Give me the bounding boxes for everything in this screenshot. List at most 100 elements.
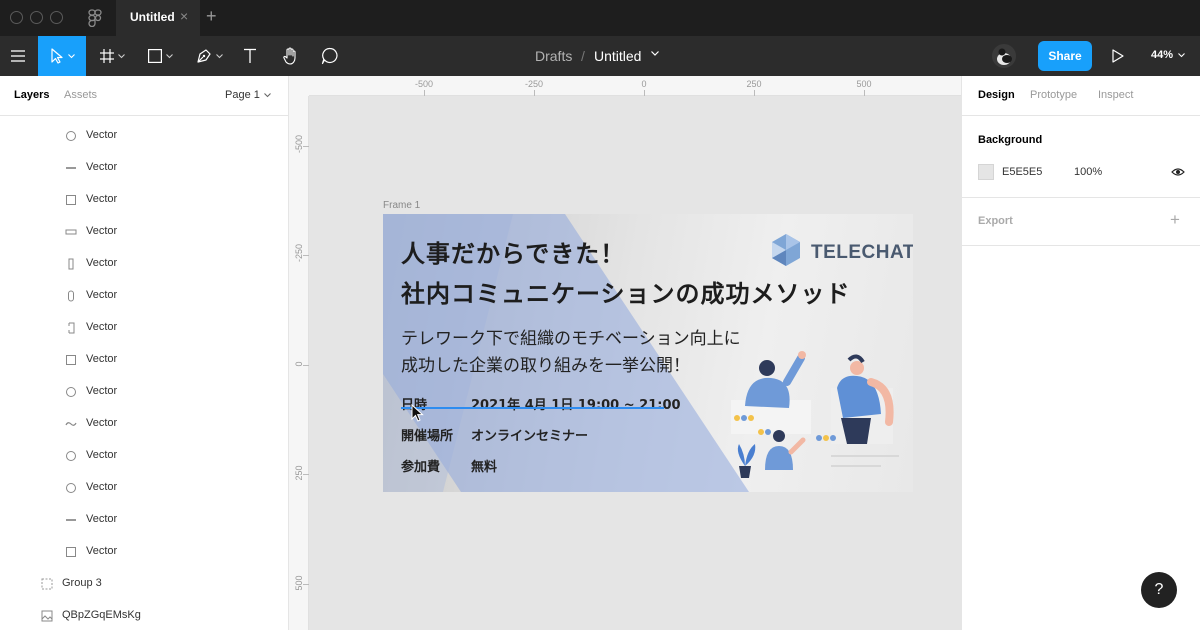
layer-name[interactable]: Group 3 [62,577,102,589]
background-opacity-input[interactable]: 100% [1074,166,1102,178]
tab-design[interactable]: Design [978,89,1015,101]
layer-name[interactable]: Vector [86,289,117,301]
layer-row[interactable]: Vector [0,408,288,440]
canvas[interactable]: -500 -250 0 250 500 -500 -250 0 250 500 Frame 1 … [289,76,961,630]
image-icon [40,609,54,623]
breadcrumb-drafts[interactable]: Drafts [535,48,572,64]
title-bar: Untitled × + [0,0,1200,36]
tab-layers[interactable]: Layers [14,89,49,101]
chevron-down-icon[interactable] [264,93,271,98]
layer-row[interactable]: Vector [0,152,288,184]
layer-name[interactable]: Vector [86,161,117,173]
background-hex-input[interactable]: E5E5E5 [1002,166,1042,178]
layer-row[interactable]: Vector [0,344,288,376]
layer-row[interactable]: Group 3 [0,568,288,600]
close-tab-icon[interactable]: × [180,8,188,24]
layer-name[interactable]: Vector [86,545,117,557]
layer-name[interactable]: Vector [86,513,117,525]
eye-icon[interactable] [1171,167,1185,177]
layer-row[interactable]: Vector [0,440,288,472]
tab-prototype[interactable]: Prototype [1030,89,1077,101]
background-heading: Background [978,134,1043,146]
layer-row[interactable]: Vector [0,504,288,536]
background-color-swatch[interactable] [978,164,994,180]
ruler-tick-label: 0 [294,361,304,367]
layer-row[interactable]: Vector [0,536,288,568]
shape-tool-button[interactable] [140,36,180,76]
ruler-tick [303,146,309,147]
layer-row[interactable]: Vector [0,280,288,312]
layer-name[interactable]: Vector [86,321,117,333]
window-close-control[interactable] [10,11,23,24]
ruler-tick [303,474,309,475]
help-button[interactable]: ? [1141,572,1177,608]
chevron-down-icon[interactable] [651,51,659,56]
layer-row[interactable]: Vector [0,472,288,504]
ruler-tick-label: 250 [746,79,762,89]
layer-name[interactable]: Vector [86,385,117,397]
right-panel-tabs: Design Prototype Inspect [962,76,1200,116]
tab-assets[interactable]: Assets [64,89,97,101]
background-section: Background E5E5E5 100% [962,116,1200,198]
layer-row[interactable]: Vector [0,376,288,408]
banner-headline-2: 社内コミュニケーションの成功メソッド [401,280,851,308]
layer-name[interactable]: QBpZGqEMsKg [62,609,141,621]
frame-tool-button[interactable] [92,36,132,76]
venue-value: オンラインセミナー [471,429,589,444]
layer-name[interactable]: Vector [86,449,117,461]
layer-row[interactable]: Vector [0,216,288,248]
hand-tool-button[interactable] [274,36,306,76]
layer-name[interactable]: Vector [86,129,117,141]
page-selector[interactable]: Page 1 [225,89,260,101]
layer-row[interactable]: Vector [0,312,288,344]
comment-tool-button[interactable] [314,36,346,76]
thin-rectangle-icon [64,225,78,239]
main-menu-button[interactable] [0,36,36,76]
present-play-icon[interactable] [1112,49,1124,63]
pen-tool-button[interactable] [188,36,230,76]
window-minimize-control[interactable] [30,11,43,24]
layer-name[interactable]: Vector [86,481,117,493]
rectangle-icon [64,545,78,559]
layer-name[interactable]: Vector [86,257,117,269]
text-icon [244,48,256,63]
file-tab-title[interactable]: Untitled [130,10,175,24]
share-button[interactable]: Share [1038,41,1092,71]
add-export-icon[interactable]: + [1170,210,1180,230]
line-icon [64,161,78,175]
ruler-tick [864,90,865,96]
frame-1-banner[interactable]: TELECHAT 人事だからできた！ 社内コミュニケーションの成功メソッド テレ… [383,214,913,492]
toolbar: Drafts / Untitled Share 44% [0,36,1200,76]
comment-icon [321,47,338,65]
text-tool-button[interactable] [236,36,264,76]
zoom-level[interactable]: 44% [1151,49,1173,61]
date-value: 2021年 4月 1日 19:00 ~ 21:00 [471,398,681,413]
layer-row[interactable]: Vector [0,184,288,216]
move-tool-button[interactable] [38,36,86,76]
ruler-tick [303,365,309,366]
avatar[interactable] [992,44,1016,68]
file-title[interactable]: Untitled [594,48,641,64]
layer-row[interactable]: Vector [0,120,288,152]
window-zoom-control[interactable] [50,11,63,24]
figma-logo-icon[interactable] [88,9,102,27]
layer-name[interactable]: Vector [86,353,117,365]
export-section: Export + [962,198,1200,246]
ruler-tick [534,90,535,96]
layer-row[interactable]: QBpZGqEMsKg [0,600,288,632]
tab-inspect[interactable]: Inspect [1098,89,1133,101]
banner-subtitle-2: 成功した企業の取り組みを一挙公開！ [401,356,690,376]
chevron-down-icon [165,53,173,58]
horizontal-ruler: -500 -250 0 250 500 [309,76,961,96]
layer-name[interactable]: Vector [86,225,117,237]
layer-name[interactable]: Vector [86,417,117,429]
venue-label: 開催場所 [401,429,454,444]
chevron-down-icon[interactable] [1178,53,1185,58]
frame-label[interactable]: Frame 1 [383,200,420,211]
layer-name[interactable]: Vector [86,193,117,205]
layer-row[interactable]: Vector [0,248,288,280]
new-tab-icon[interactable]: + [206,6,217,27]
ruler-corner [289,76,309,96]
ellipse-icon [64,449,78,463]
path-icon [64,417,78,431]
